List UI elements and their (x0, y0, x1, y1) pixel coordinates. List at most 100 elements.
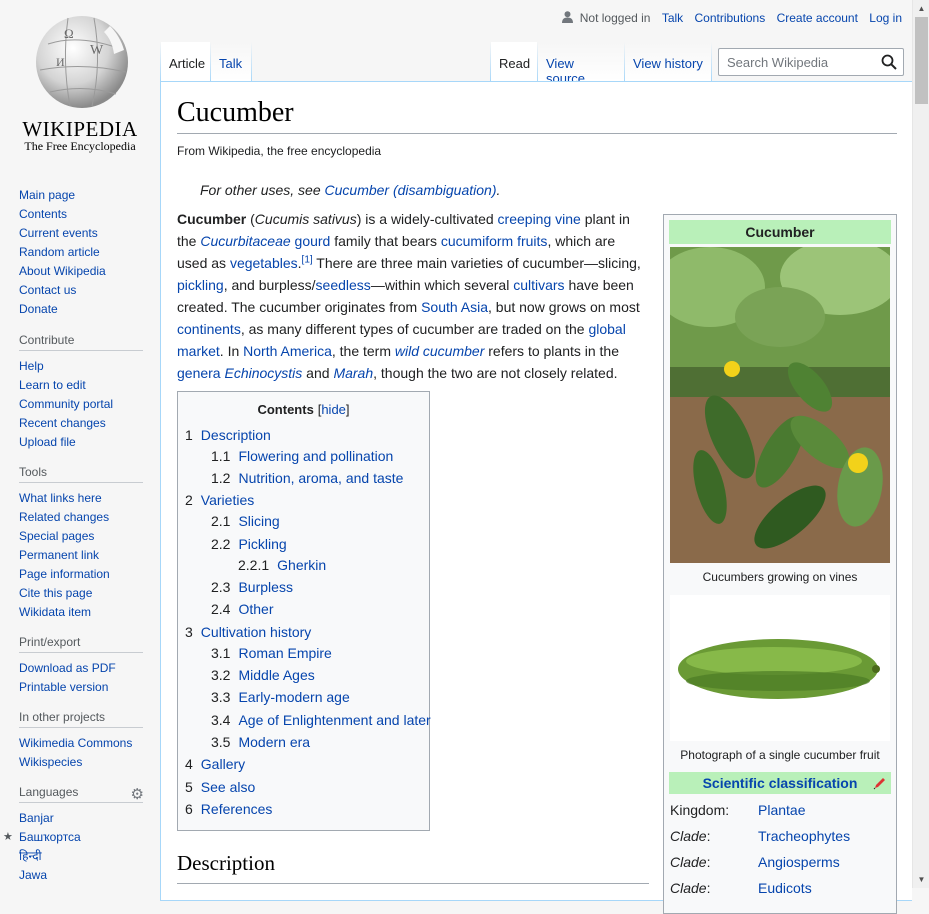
taxonomy-row: Clade: Angiosperms (670, 854, 840, 870)
sidebar-item-page-information[interactable]: Page information (19, 567, 110, 581)
link-creeping-vine[interactable]: creeping vine (498, 211, 581, 227)
link-marah[interactable]: Marah (333, 365, 373, 381)
sidebar-item-printable-version[interactable]: Printable version (19, 680, 108, 694)
sidebar-item-wikidata-item[interactable]: Wikidata item (19, 605, 91, 619)
toc-title: Contents (257, 402, 314, 417)
link-seedless[interactable]: seedless (316, 277, 371, 293)
sidebar-item-learn-to-edit[interactable]: Learn to edit (19, 378, 86, 392)
lead-paragraph: Cucumber (Cucumis sativus) is a widely-c… (177, 211, 641, 381)
link-cultivars[interactable]: cultivars (513, 277, 564, 293)
table-of-contents: Contents [hide] 1 Description 1.1 Flowerin… (177, 391, 431, 831)
page-title: Cucumber (177, 97, 294, 128)
scrollbar[interactable]: ▲ ▼ (912, 0, 929, 888)
search-input[interactable] (725, 54, 875, 71)
link-pickling[interactable]: pickling (177, 277, 224, 293)
toc-item[interactable]: 6 References (185, 798, 272, 820)
nav-main-page[interactable]: Main page (19, 188, 75, 202)
site-subtitle: From Wikipedia, the free encyclopedia (177, 144, 382, 158)
svg-text:И: И (56, 55, 65, 69)
link-continents[interactable]: continents (177, 321, 241, 337)
wikipedia-logo[interactable]: Ω W И ウ WIKIPEDIA The Free Encyclopedia (18, 14, 142, 154)
toc-item[interactable]: 5 See also (185, 776, 255, 798)
toc-item[interactable]: 2.2 Pickling (211, 533, 287, 555)
link-south-asia[interactable]: South Asia (421, 299, 488, 315)
create-account-link[interactable]: Create account (777, 11, 858, 25)
link-vegetables[interactable]: vegetables (230, 255, 298, 271)
link-fruits[interactable]: fruits (517, 233, 547, 249)
projects-portal: In other projects Wikimedia Commons Wiki… (19, 710, 143, 772)
toc-hide-toggle[interactable]: hide (321, 402, 346, 417)
contribute-portal: Contribute Help Learn to edit Community … (19, 333, 143, 452)
lang-jawa[interactable]: Jawa (19, 868, 47, 882)
lang-bashkir[interactable]: Башҡортса (19, 830, 81, 844)
toc-item[interactable]: 3.2 Middle Ages (211, 664, 315, 686)
toc-item[interactable]: 2.4 Other (211, 598, 273, 620)
link-gourd[interactable]: gourd (295, 233, 331, 249)
toc-item[interactable]: 1.1 Flowering and pollination (211, 445, 393, 467)
cucumber-vines-image[interactable] (670, 247, 890, 563)
toc-item[interactable]: 2.1 Slicing (211, 510, 280, 532)
sidebar-item-wikispecies[interactable]: Wikispecies (19, 755, 82, 769)
sidebar-item-wikimedia-commons[interactable]: Wikimedia Commons (19, 736, 132, 750)
toc-item[interactable]: 1.2 Nutrition, aroma, and taste (211, 467, 403, 489)
sidebar-item-what-links-here[interactable]: What links here (19, 491, 102, 505)
disambiguation-link[interactable]: Cucumber (disambiguation) (325, 182, 497, 198)
reference-1[interactable]: [1] (302, 254, 313, 265)
sidebar-item-special-pages[interactable]: Special pages (19, 529, 94, 543)
search-icon[interactable] (881, 54, 897, 70)
print-heading: Print/export (19, 635, 143, 653)
toc-item[interactable]: 2.3 Burpless (211, 576, 293, 598)
sidebar-item-cite-this-page[interactable]: Cite this page (19, 586, 92, 600)
gear-icon[interactable]: ⚙ (131, 785, 144, 803)
toc-item[interactable]: 3 Cultivation history (185, 621, 311, 643)
nav-about-wikipedia[interactable]: About Wikipedia (19, 264, 106, 278)
nav-random-article[interactable]: Random article (19, 245, 100, 259)
nav-contents[interactable]: Contents (19, 207, 67, 221)
sidebar-item-download-pdf[interactable]: Download as PDF (19, 661, 116, 675)
link-echinocystis[interactable]: Echinocystis (224, 365, 302, 381)
tab-view-history[interactable]: View history (625, 42, 711, 82)
tab-article[interactable]: Article (161, 42, 210, 82)
link-cucurbitaceae[interactable]: Cucurbitaceae (200, 233, 290, 249)
sidebar-item-community-portal[interactable]: Community portal (19, 397, 113, 411)
edit-pencil-icon[interactable] (873, 776, 887, 790)
log-in-link[interactable]: Log in (869, 11, 902, 25)
toc-item[interactable]: 3.5 Modern era (211, 731, 310, 753)
toc-item[interactable]: 3.4 Age of Enlightenment and later (211, 709, 431, 731)
nav-donate[interactable]: Donate (19, 302, 58, 316)
print-portal: Print/export Download as PDF Printable v… (19, 635, 143, 697)
tab-view-source[interactable]: View source (538, 42, 624, 86)
scroll-down-arrow-icon[interactable]: ▼ (913, 871, 929, 888)
sidebar-item-related-changes[interactable]: Related changes (19, 510, 109, 524)
not-logged-in-label: Not logged in (579, 11, 651, 25)
sidebar-item-permanent-link[interactable]: Permanent link (19, 548, 99, 562)
sidebar-item-recent-changes[interactable]: Recent changes (19, 416, 106, 430)
toc-item[interactable]: 2 Varieties (185, 489, 254, 511)
scroll-thumb[interactable] (915, 17, 928, 104)
lang-hindi[interactable]: हिन्दी (19, 849, 42, 863)
tab-separator (711, 42, 712, 82)
nav-current-events[interactable]: Current events (19, 226, 98, 240)
scientific-classification-link[interactable]: Scientific classification (703, 775, 858, 791)
scroll-up-arrow-icon[interactable]: ▲ (913, 0, 929, 17)
toc-item[interactable]: 3.3 Early-modern age (211, 686, 350, 708)
link-north-america[interactable]: North America (243, 343, 332, 359)
toc-item[interactable]: 3.1 Roman Empire (211, 642, 332, 664)
talk-link[interactable]: Talk (662, 11, 683, 25)
link-cucumiform[interactable]: cucumiform (441, 233, 513, 249)
toc-item[interactable]: 2.2.1 Gherkin (238, 554, 326, 576)
image-caption: Photograph of a single cucumber fruit (680, 748, 880, 762)
single-cucumber-image[interactable] (670, 595, 890, 741)
toc-item[interactable]: 1 Description (185, 424, 271, 446)
link-wild-cucumber[interactable]: wild cucumber (395, 343, 484, 359)
link-genera[interactable]: genera (177, 365, 221, 381)
personal-tools: Not logged in Talk Contributions Create … (562, 11, 902, 25)
sidebar-item-upload-file[interactable]: Upload file (19, 435, 76, 449)
tab-talk[interactable]: Talk (211, 42, 251, 82)
sidebar-item-help[interactable]: Help (19, 359, 44, 373)
contributions-link[interactable]: Contributions (695, 11, 766, 25)
toc-item[interactable]: 4 Gallery (185, 753, 245, 775)
lang-banjar[interactable]: Banjar (19, 811, 54, 825)
nav-contact-us[interactable]: Contact us (19, 283, 76, 297)
tab-read[interactable]: Read (491, 42, 537, 82)
